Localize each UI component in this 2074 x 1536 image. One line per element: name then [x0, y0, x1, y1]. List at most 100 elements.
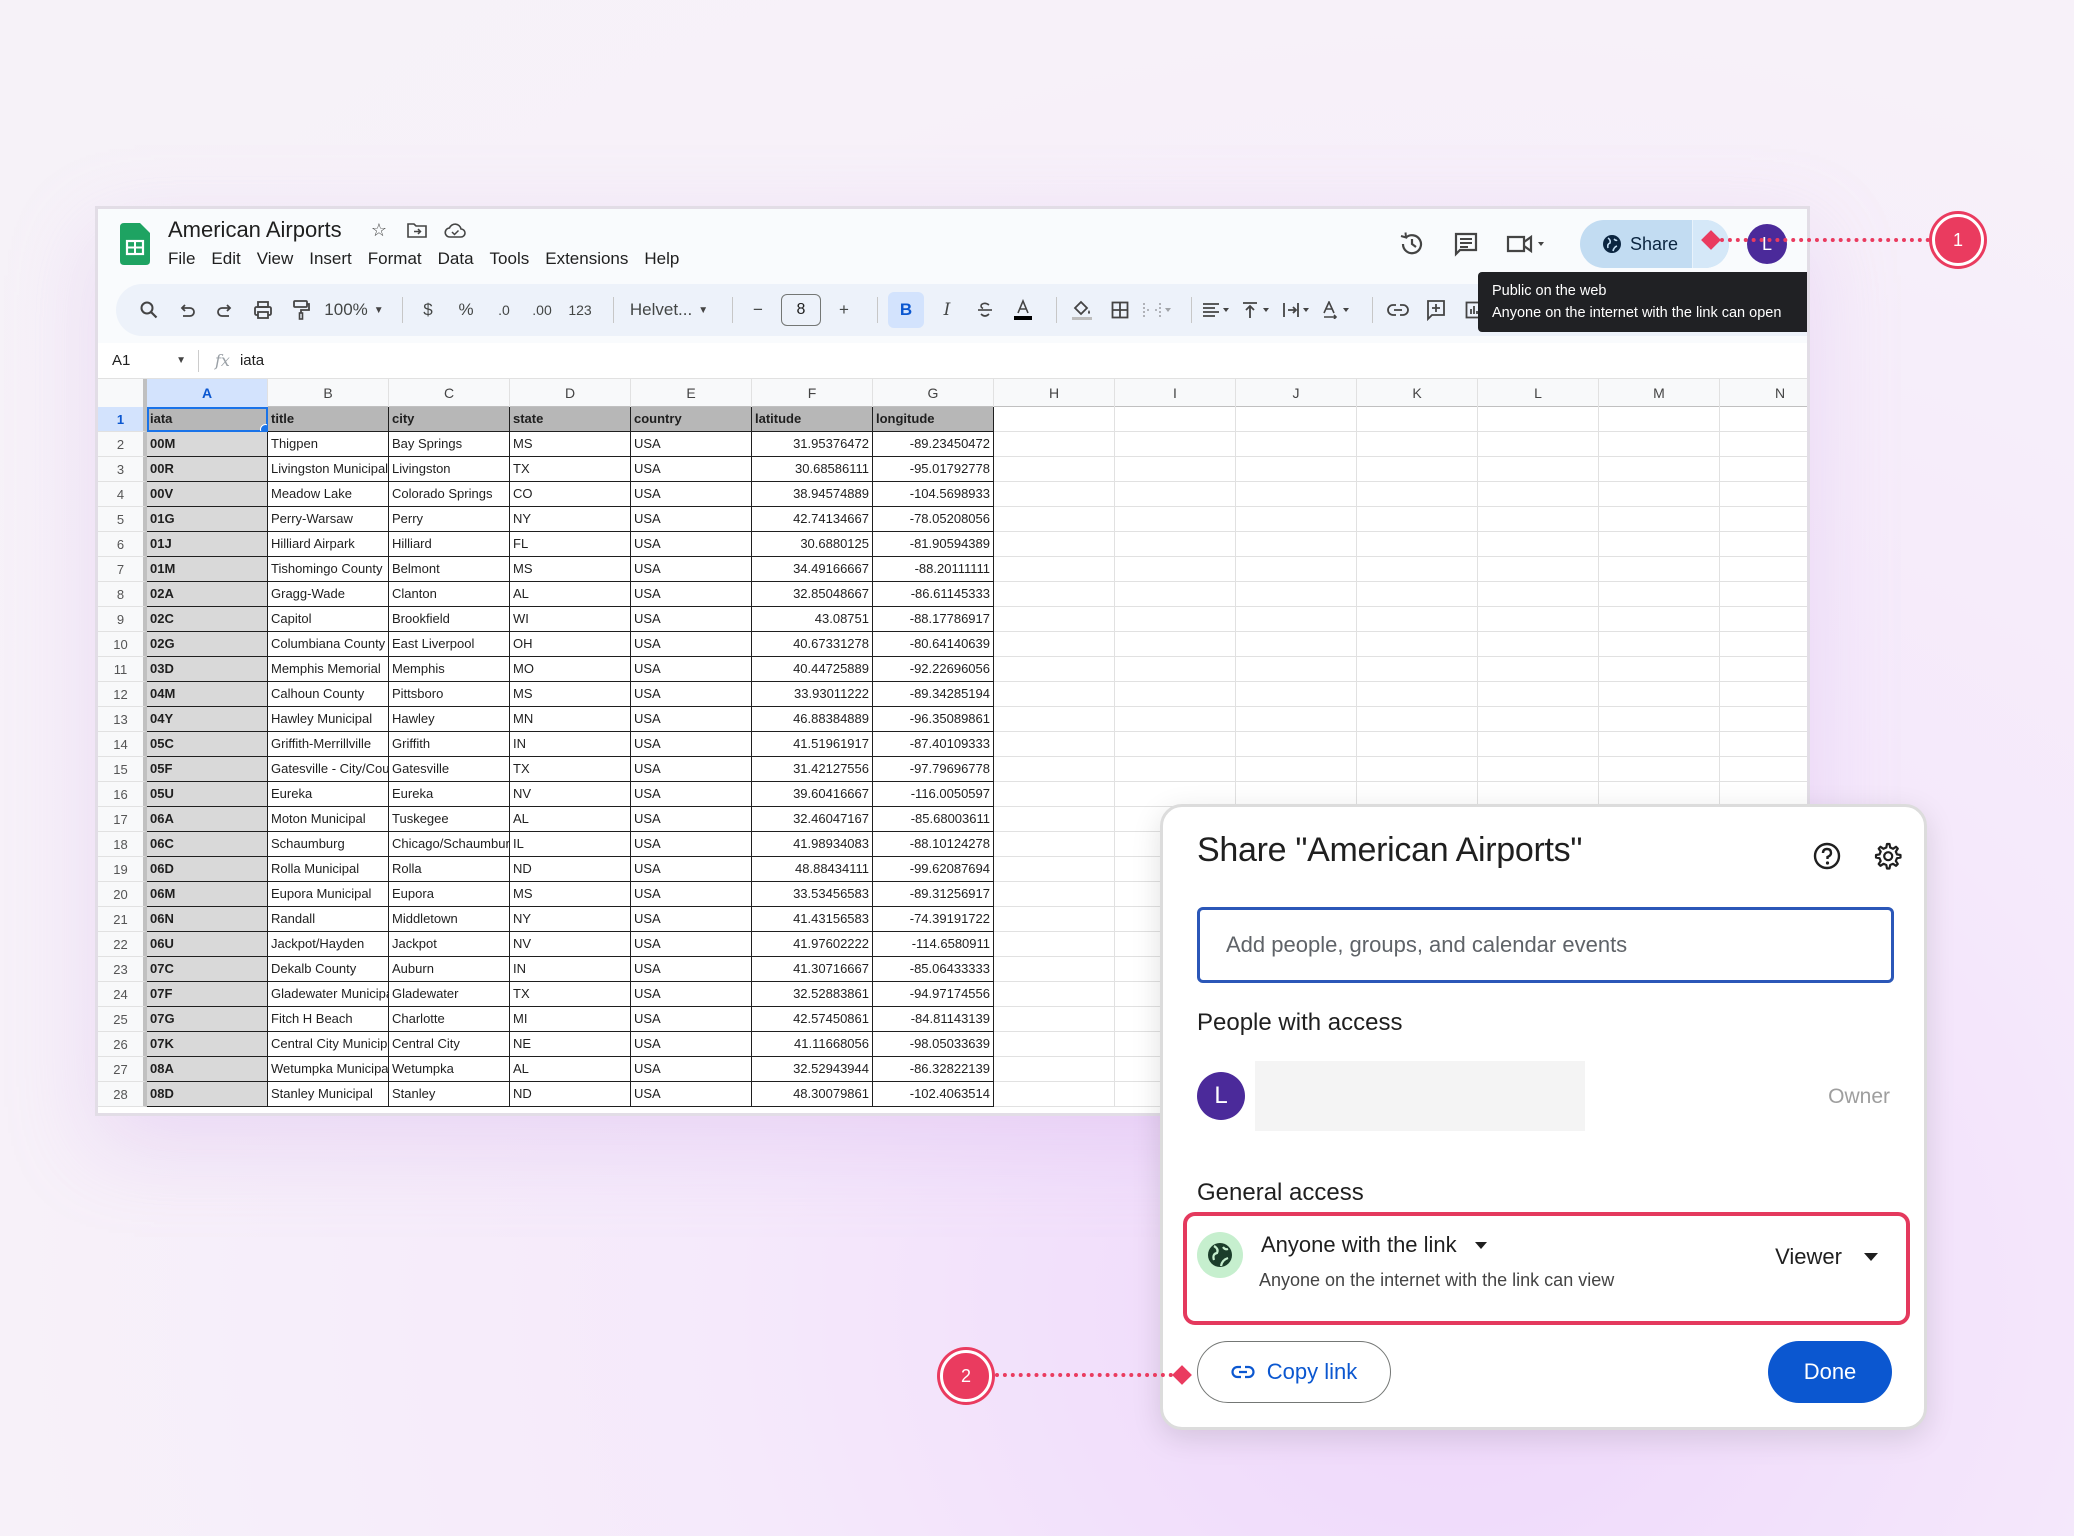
cell[interactable]: NY: [510, 907, 631, 932]
merge-cells-icon[interactable]: [1143, 292, 1173, 328]
column-header-h[interactable]: H: [994, 379, 1115, 407]
cell[interactable]: USA: [631, 957, 752, 982]
cell[interactable]: AL: [510, 807, 631, 832]
empty-cell[interactable]: [994, 432, 1115, 457]
cell[interactable]: USA: [631, 632, 752, 657]
empty-cell[interactable]: [1599, 707, 1720, 732]
settings-gear-icon[interactable]: [1872, 841, 1902, 871]
cell[interactable]: AL: [510, 1057, 631, 1082]
empty-cell[interactable]: [994, 757, 1115, 782]
empty-cell[interactable]: [1720, 707, 1807, 732]
empty-cell[interactable]: [994, 857, 1115, 882]
cell[interactable]: 41.43156583: [752, 907, 873, 932]
empty-cell[interactable]: [1720, 482, 1807, 507]
cell[interactable]: ND: [510, 1082, 631, 1107]
row-header[interactable]: 17: [98, 807, 147, 832]
cell[interactable]: Clanton: [389, 582, 510, 607]
empty-cell[interactable]: [1478, 707, 1599, 732]
row-header[interactable]: 18: [98, 832, 147, 857]
cell[interactable]: Gladewater: [389, 982, 510, 1007]
cell[interactable]: MI: [510, 1007, 631, 1032]
cell[interactable]: 33.93011222: [752, 682, 873, 707]
empty-cell[interactable]: [1478, 732, 1599, 757]
row-header[interactable]: 13: [98, 707, 147, 732]
access-type-dropdown[interactable]: Anyone with the link: [1261, 1232, 1487, 1258]
row-header[interactable]: 7: [98, 557, 147, 582]
row-header[interactable]: 8: [98, 582, 147, 607]
cell[interactable]: 06C: [147, 832, 268, 857]
cell[interactable]: Pittsboro: [389, 682, 510, 707]
cell[interactable]: Eureka: [268, 782, 389, 807]
cell[interactable]: 00R: [147, 457, 268, 482]
search-menus-icon[interactable]: [134, 292, 164, 328]
cell[interactable]: NV: [510, 782, 631, 807]
role-dropdown[interactable]: Viewer: [1775, 1244, 1878, 1270]
decrease-font-size-button[interactable]: −: [743, 292, 773, 328]
empty-cell[interactable]: [1357, 557, 1478, 582]
column-header-i[interactable]: I: [1115, 379, 1236, 407]
empty-cell[interactable]: [1357, 582, 1478, 607]
cell[interactable]: 01J: [147, 532, 268, 557]
cell[interactable]: 06N: [147, 907, 268, 932]
cell[interactable]: Capitol: [268, 607, 389, 632]
cell[interactable]: 30.6880125: [752, 532, 873, 557]
redo-icon[interactable]: [210, 292, 240, 328]
insert-comment-icon[interactable]: [1421, 292, 1451, 328]
cell[interactable]: 32.52883861: [752, 982, 873, 1007]
cell[interactable]: USA: [631, 832, 752, 857]
increase-decimal-button[interactable]: .00: [527, 292, 557, 328]
cell[interactable]: 41.30716667: [752, 957, 873, 982]
menu-edit[interactable]: Edit: [203, 249, 248, 269]
empty-cell[interactable]: [1115, 632, 1236, 657]
empty-cell[interactable]: [1478, 582, 1599, 607]
cell[interactable]: 42.57450861: [752, 1007, 873, 1032]
empty-cell[interactable]: [1236, 707, 1357, 732]
cell[interactable]: Memphis: [389, 657, 510, 682]
header-cell[interactable]: longitude: [873, 407, 994, 432]
empty-cell[interactable]: [1236, 657, 1357, 682]
empty-cell[interactable]: [994, 457, 1115, 482]
fill-color-icon[interactable]: [1067, 292, 1097, 328]
cell[interactable]: Hawley Municipal: [268, 707, 389, 732]
cell[interactable]: Tishomingo County: [268, 557, 389, 582]
empty-cell[interactable]: [1115, 707, 1236, 732]
cell[interactable]: USA: [631, 582, 752, 607]
cell[interactable]: USA: [631, 682, 752, 707]
cell[interactable]: Rolla: [389, 857, 510, 882]
copy-link-button[interactable]: Copy link: [1197, 1341, 1391, 1403]
vertical-align-icon[interactable]: [1242, 292, 1274, 328]
empty-cell[interactable]: [1115, 732, 1236, 757]
empty-cell[interactable]: [994, 807, 1115, 832]
cell[interactable]: Memphis Memorial: [268, 657, 389, 682]
cell[interactable]: Gatesville: [389, 757, 510, 782]
empty-cell[interactable]: [1478, 632, 1599, 657]
text-rotation-icon[interactable]: [1322, 292, 1354, 328]
empty-cell[interactable]: [1236, 607, 1357, 632]
cell[interactable]: 31.95376472: [752, 432, 873, 457]
empty-cell[interactable]: [1599, 457, 1720, 482]
cell[interactable]: Eupora Municipal: [268, 882, 389, 907]
empty-cell[interactable]: [1115, 432, 1236, 457]
column-header-d[interactable]: D: [510, 379, 631, 407]
cell[interactable]: Dekalb County: [268, 957, 389, 982]
cell[interactable]: WI: [510, 607, 631, 632]
cell[interactable]: -78.05208056: [873, 507, 994, 532]
cell[interactable]: 43.08751: [752, 607, 873, 632]
cell[interactable]: Gragg-Wade: [268, 582, 389, 607]
empty-cell[interactable]: [1720, 732, 1807, 757]
empty-cell[interactable]: [994, 407, 1115, 432]
empty-cell[interactable]: [1357, 432, 1478, 457]
cell[interactable]: NY: [510, 507, 631, 532]
font-select[interactable]: Helvet... ▼: [624, 292, 714, 328]
font-size-input[interactable]: 8: [781, 294, 821, 326]
account-avatar[interactable]: L: [1747, 224, 1787, 264]
empty-cell[interactable]: [1236, 482, 1357, 507]
cell[interactable]: -89.31256917: [873, 882, 994, 907]
cell[interactable]: -97.79696778: [873, 757, 994, 782]
row-header[interactable]: 6: [98, 532, 147, 557]
cell[interactable]: TX: [510, 457, 631, 482]
column-header-k[interactable]: K: [1357, 379, 1478, 407]
header-cell[interactable]: country: [631, 407, 752, 432]
cell[interactable]: -89.23450472: [873, 432, 994, 457]
cell[interactable]: -89.34285194: [873, 682, 994, 707]
